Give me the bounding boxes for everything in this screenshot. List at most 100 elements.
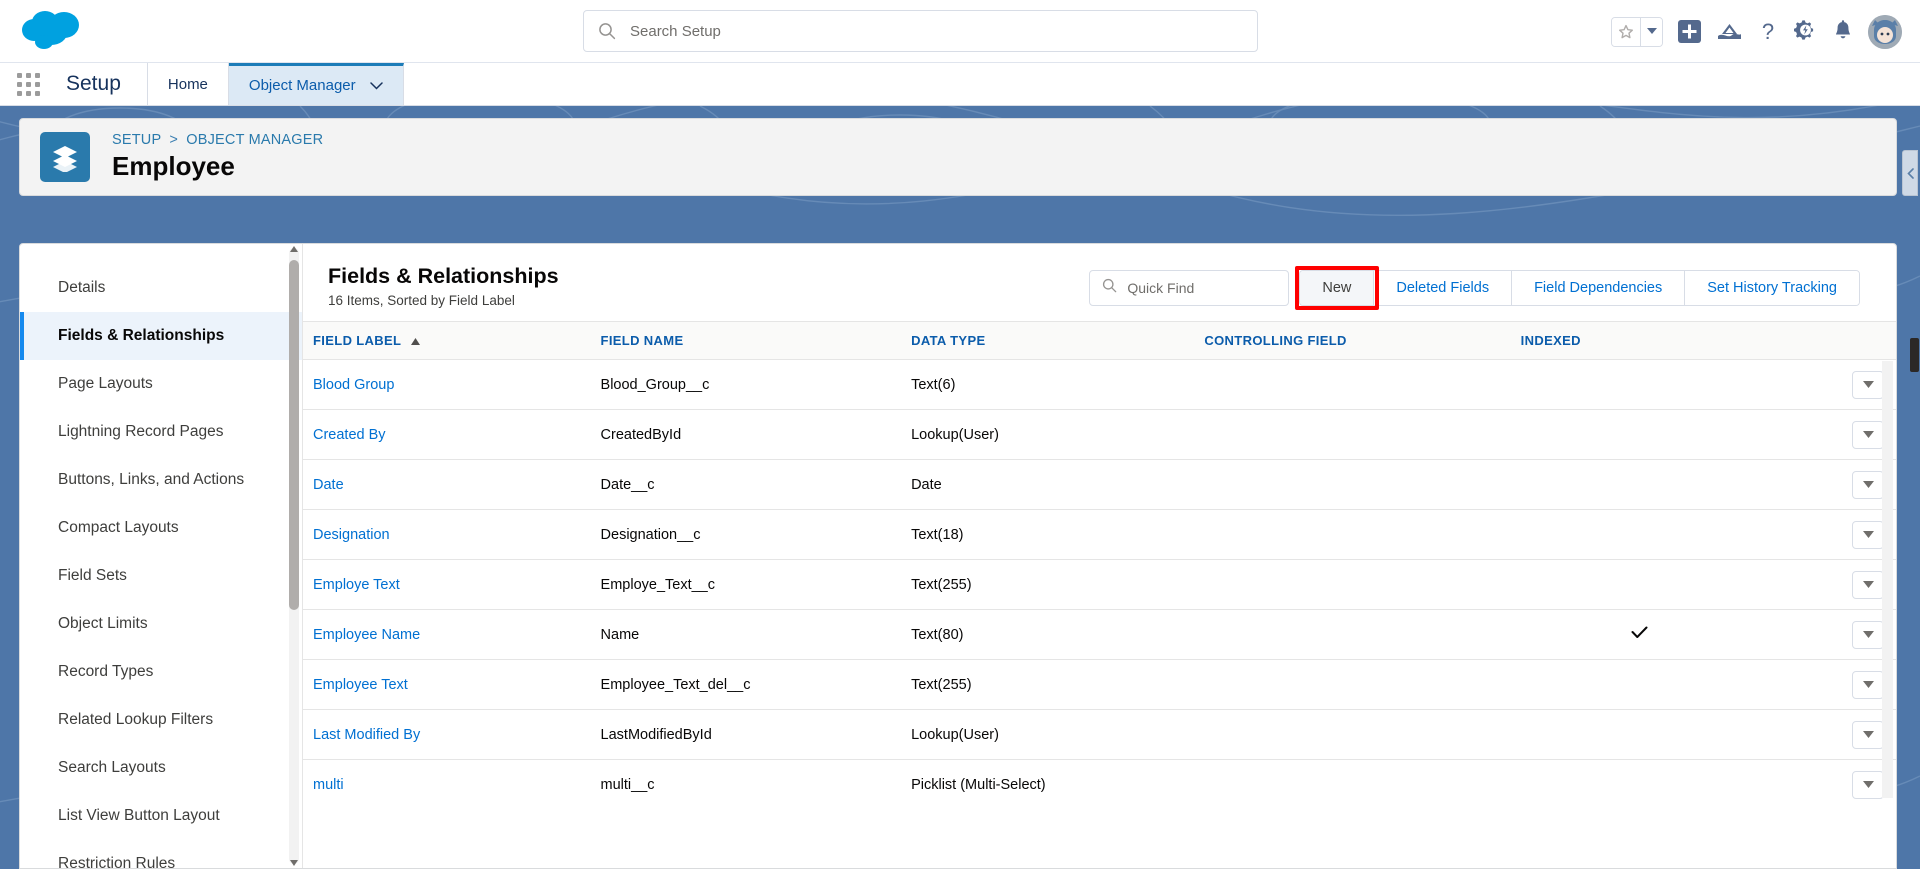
sidebar-item-label: Details [58, 279, 106, 296]
panel-collapse-toggle[interactable] [1902, 150, 1918, 196]
global-header: Search Setup ? [0, 0, 1920, 63]
field-label-link[interactable]: Last Modified By [313, 727, 420, 743]
column-header-indexed[interactable]: INDEXED [1510, 321, 1758, 360]
salesforce-cloud-logo[interactable] [20, 6, 86, 54]
field-label-link[interactable]: multi [313, 777, 344, 793]
sidebar-item-object-limits[interactable]: Object Limits [20, 600, 302, 648]
cell-field-label: Employee Text [303, 659, 591, 710]
quick-find-input[interactable]: Quick Find [1089, 270, 1290, 306]
cell-data-type: Text(80) [901, 609, 1195, 660]
sidebar-item-label: Related Lookup Filters [58, 711, 214, 728]
right-rail-handle[interactable] [1910, 338, 1919, 372]
fields-header: Fields & Relationships 16 Items, Sorted … [303, 244, 1896, 321]
sort-ascending-icon[interactable] [411, 333, 421, 348]
sidebar-item-related-lookup-filters[interactable]: Related Lookup Filters [20, 696, 302, 744]
scroll-down-arrow-icon[interactable] [289, 858, 299, 868]
user-avatar[interactable] [1868, 14, 1902, 49]
field-label-link[interactable]: Employee Name [313, 627, 420, 643]
sidebar-item-fields-relationships[interactable]: Fields & Relationships [20, 312, 302, 360]
field-label-link[interactable]: Created By [313, 427, 386, 443]
sidebar-item-buttons-links-actions[interactable]: Buttons, Links, and Actions [20, 456, 302, 504]
fields-action-bar: Quick Find New Deleted Fields Field Depe… [1089, 266, 1860, 310]
row-actions-dropdown-icon[interactable] [1852, 670, 1884, 699]
sidebar-item-label: Buttons, Links, and Actions [58, 471, 245, 488]
column-header-field-name[interactable]: FIELD NAME [590, 321, 902, 360]
field-label-link[interactable]: Employee Text [313, 677, 408, 693]
cell-field-name: Name [590, 609, 902, 660]
add-icon[interactable] [1677, 19, 1702, 44]
sidebar-item-details[interactable]: Details [20, 264, 302, 312]
sidebar-item-compact-layouts[interactable]: Compact Layouts [20, 504, 302, 552]
breadcrumb-object-manager[interactable]: OBJECT MANAGER [186, 132, 323, 148]
field-label-link[interactable]: Blood Group [313, 377, 394, 393]
field-label-link[interactable]: Designation [313, 527, 390, 543]
row-actions-dropdown-icon[interactable] [1852, 570, 1884, 599]
set-history-tracking-button[interactable]: Set History Tracking [1685, 271, 1859, 305]
page-title: Employee [112, 151, 235, 181]
table-scrollbar[interactable] [1882, 361, 1893, 798]
deleted-fields-button[interactable]: Deleted Fields [1374, 271, 1513, 305]
row-actions-dropdown-icon[interactable] [1852, 520, 1884, 549]
row-actions-dropdown-icon[interactable] [1852, 770, 1884, 799]
field-label-link[interactable]: Employe Text [313, 577, 400, 593]
cell-indexed [1510, 709, 1758, 760]
column-header-controlling-field[interactable]: CONTROLLING FIELD [1194, 321, 1511, 360]
column-header-field-label[interactable]: FIELD LABEL [303, 321, 591, 360]
sidebar-scrollbar-thumb[interactable] [289, 260, 299, 610]
fields-table-wrapper: FIELD LABEL FIELD NAME DATA TYPE CONTROL… [303, 321, 1896, 800]
field-dependencies-button[interactable]: Field Dependencies [1512, 271, 1686, 305]
notifications-bell-icon[interactable] [1832, 19, 1854, 44]
sidebar-item-record-types[interactable]: Record Types [20, 648, 302, 696]
breadcrumb-setup[interactable]: SETUP [112, 132, 161, 148]
favorites-dropdown-icon[interactable] [1640, 17, 1662, 46]
sidebar-item-lightning-record-pages[interactable]: Lightning Record Pages [20, 408, 302, 456]
global-search-box[interactable]: Search Setup [583, 10, 1258, 52]
sidebar-item-restriction-rules[interactable]: Restriction Rules [20, 840, 302, 868]
sidebar-item-search-layouts[interactable]: Search Layouts [20, 744, 302, 792]
row-actions-dropdown-icon[interactable] [1852, 470, 1884, 499]
cell-indexed [1510, 459, 1758, 510]
tab-object-manager[interactable]: Object Manager [228, 63, 404, 105]
table-row: Employee Text Employee_Text_del__c Text(25… [303, 659, 1896, 710]
fields-table-body: Blood Group Blood_Group__c Text(6) Created … [303, 359, 1896, 800]
setup-gear-icon[interactable] [1793, 19, 1818, 44]
column-header-data-type[interactable]: DATA TYPE [901, 321, 1195, 360]
row-actions-dropdown-icon[interactable] [1852, 720, 1884, 749]
tab-home[interactable]: Home [148, 63, 229, 105]
sidebar-item-page-layouts[interactable]: Page Layouts [20, 360, 302, 408]
sidebar-item-list-view-button-layout[interactable]: List View Button Layout [20, 792, 302, 840]
field-label-link[interactable]: Date [313, 477, 344, 493]
object-header-card: SETUP > OBJECT MANAGER Employee [19, 118, 1897, 196]
right-rail [1901, 243, 1920, 869]
scroll-up-arrow-icon[interactable] [289, 244, 299, 254]
favorites-star-icon[interactable] [1612, 17, 1640, 46]
new-field-button[interactable]: New [1300, 271, 1375, 305]
cell-row-actions [1757, 609, 1896, 660]
guidance-center-icon[interactable] [1716, 19, 1743, 44]
cell-controlling-field [1194, 459, 1511, 510]
sidebar-item-label: Page Layouts [58, 375, 153, 392]
column-header-label: INDEXED [1520, 333, 1581, 348]
sidebar-item-field-sets[interactable]: Field Sets [20, 552, 302, 600]
cell-indexed [1510, 359, 1758, 410]
favorites-group[interactable] [1611, 16, 1663, 47]
cell-field-label: Employee Name [303, 609, 591, 660]
row-actions-dropdown-icon[interactable] [1852, 420, 1884, 449]
cell-field-name: CreatedById [590, 409, 902, 460]
sidebar-scrollbar[interactable] [289, 246, 299, 866]
cell-row-actions [1757, 759, 1896, 800]
setup-app-name: Setup [56, 63, 148, 105]
chevron-down-icon [369, 77, 383, 94]
sidebar-item-label: Fields & Relationships [58, 327, 225, 344]
cell-indexed [1510, 409, 1758, 460]
cell-data-type: Lookup(User) [901, 709, 1195, 760]
help-icon[interactable]: ? [1757, 19, 1779, 44]
table-scrollbar-track[interactable] [1882, 361, 1893, 798]
field-dependencies-button-label: Field Dependencies [1534, 280, 1663, 296]
sidebar-item-label: Compact Layouts [58, 519, 179, 536]
row-actions-dropdown-icon[interactable] [1852, 370, 1884, 399]
app-launcher-waffle-icon[interactable] [0, 63, 56, 105]
cell-controlling-field [1194, 659, 1511, 710]
cell-indexed [1510, 609, 1758, 660]
row-actions-dropdown-icon[interactable] [1852, 620, 1884, 649]
